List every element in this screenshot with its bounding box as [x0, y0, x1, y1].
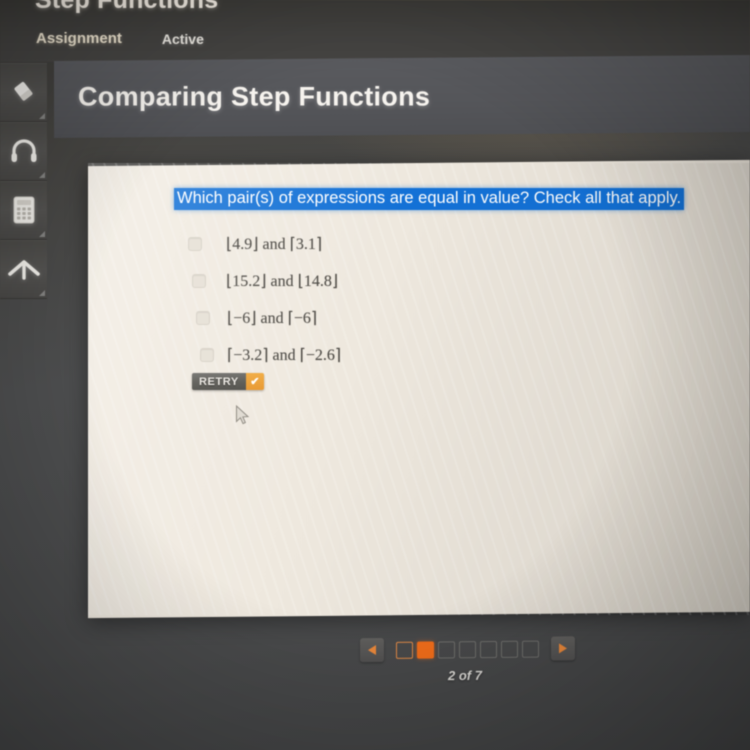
answer-option-1-label: ⌊4.9⌋ and ⌈3.1⌉	[226, 235, 323, 253]
answer-option-3[interactable]: ⌊−6⌋ and ⌈−6⌉	[185, 299, 745, 336]
photographed-screen: Step Functions Assignment Active Compari…	[0, 0, 750, 750]
chevron-up-icon	[7, 254, 41, 284]
answer-option-2[interactable]: ⌊15.2⌋ and ⌊14.8⌋	[185, 262, 745, 299]
retry-button-label: RETRY	[192, 373, 246, 390]
pagination-slide-3[interactable]	[438, 640, 455, 658]
assignment-header-band: Comparing Step Functions	[54, 54, 750, 139]
pagination-count-label: 2 of 7	[448, 667, 482, 684]
page-title: Comparing Step Functions	[78, 81, 431, 112]
content-panel: Which pair(s) of expressions are equal i…	[88, 159, 750, 619]
answer-option-1[interactable]: ⌊4.9⌋ and ⌈3.1⌉	[185, 225, 745, 262]
answer-option-2-label: ⌊15.2⌋ and ⌊14.8⌋	[226, 272, 339, 290]
question-prompt: Which pair(s) of expressions are equal i…	[174, 188, 685, 210]
pagination-slide-1[interactable]	[396, 641, 413, 659]
tool-button-audio[interactable]	[0, 122, 47, 181]
chevron-right-icon	[559, 643, 567, 654]
answer-option-4[interactable]: ⌈−3.2⌉ and ⌈−2.6⌉	[185, 336, 745, 373]
eraser-icon	[9, 77, 39, 107]
assignment-status-label: Active	[161, 30, 204, 47]
checkbox-option-4[interactable]	[200, 347, 214, 362]
answer-option-3-label: ⌊−6⌋ and ⌈−6⌉	[227, 309, 318, 327]
pagination-slide-7[interactable]	[522, 640, 539, 658]
pagination-slide-2[interactable]	[417, 641, 434, 659]
answer-options-list: ⌊4.9⌋ and ⌈3.1⌉ ⌊15.2⌋ and ⌊14.8⌋ ⌊−6⌋ a…	[185, 225, 745, 373]
pagination-prev-button[interactable]	[360, 637, 384, 663]
headphones-icon	[9, 137, 39, 165]
answer-option-4-label: ⌈−3.2⌉ and ⌈−2.6⌉	[227, 346, 342, 364]
pagination-bar	[360, 629, 625, 669]
pagination-slide-6[interactable]	[501, 640, 518, 658]
tool-button-eraser[interactable]	[0, 63, 47, 122]
app-top-bar: Step Functions Assignment Active	[0, 0, 750, 62]
pagination-slide-4[interactable]	[459, 640, 476, 658]
tool-button-calculator[interactable]	[0, 181, 47, 240]
mouse-cursor	[235, 404, 251, 432]
chevron-left-icon	[368, 645, 376, 656]
pagination-slide-5[interactable]	[480, 640, 497, 658]
checkbox-option-1[interactable]	[188, 236, 202, 251]
assignment-meta-row: Assignment Active	[36, 30, 204, 47]
assignment-type-label: Assignment	[36, 30, 122, 47]
checkbox-option-3[interactable]	[196, 310, 210, 325]
retry-button[interactable]: RETRY ✔	[192, 373, 264, 390]
check-icon: ✔	[245, 373, 264, 390]
tool-rail	[0, 63, 47, 299]
tool-button-collapse[interactable]	[0, 240, 47, 299]
calculator-icon	[11, 195, 37, 225]
course-title: Step Functions	[35, 0, 219, 14]
checkbox-option-2[interactable]	[192, 273, 206, 288]
pagination-slide-dots	[396, 640, 539, 659]
pagination-next-button[interactable]	[551, 636, 575, 661]
